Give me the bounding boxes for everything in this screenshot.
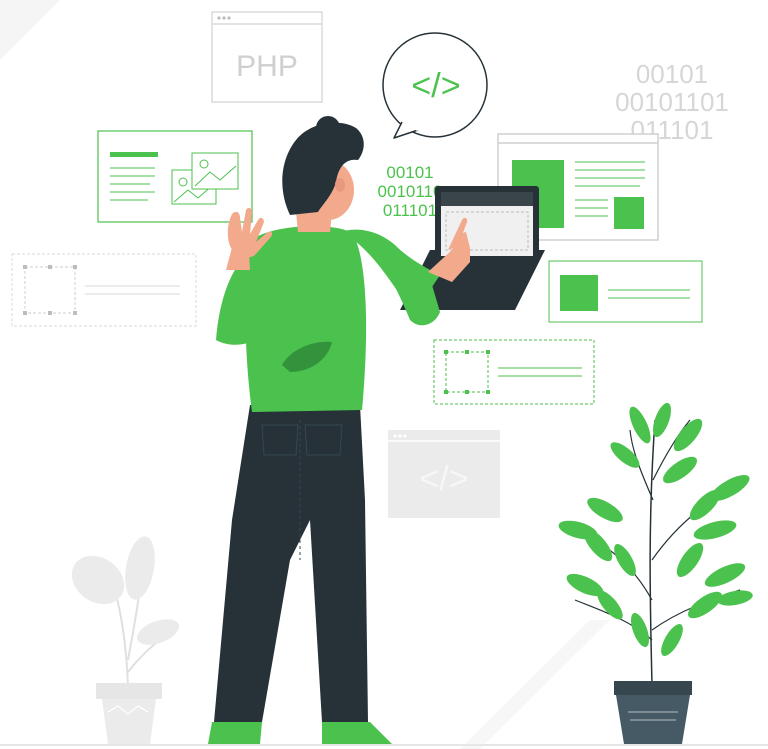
corner-shape (0, 0, 60, 60)
floor-shape (460, 620, 610, 749)
code-window-gray: </> (388, 430, 500, 518)
code-tag-label: </> (411, 67, 460, 105)
green-plant (558, 402, 753, 744)
illustration-canvas: PHP </> 00101 00101101 011101 00101 0010… (0, 0, 768, 749)
binary-green: 00101 0010110 011101 (378, 163, 443, 220)
binary-green-line-1: 00101 (386, 163, 433, 182)
card-window (548, 260, 703, 323)
binary-green-line-3: 011101 (383, 201, 437, 220)
code-tag-gray-label: </> (419, 460, 468, 498)
image-window (97, 130, 253, 223)
binary-green-line-2: 0010110 (378, 182, 443, 201)
developer-illustration: PHP </> 00101 00101101 011101 00101 0010… (0, 0, 768, 749)
code-speech-bubble: </> (382, 32, 488, 139)
binary-gray-line-2: 00101101 (615, 87, 729, 117)
gray-plant (71, 536, 180, 744)
dashed-window-green (433, 339, 595, 405)
dashed-window-left (11, 253, 197, 327)
php-window: PHP (211, 11, 323, 103)
php-label: PHP (236, 50, 298, 83)
binary-gray-line-1: 00101 (636, 59, 708, 89)
binary-gray: 00101 00101101 011101 (615, 59, 729, 145)
